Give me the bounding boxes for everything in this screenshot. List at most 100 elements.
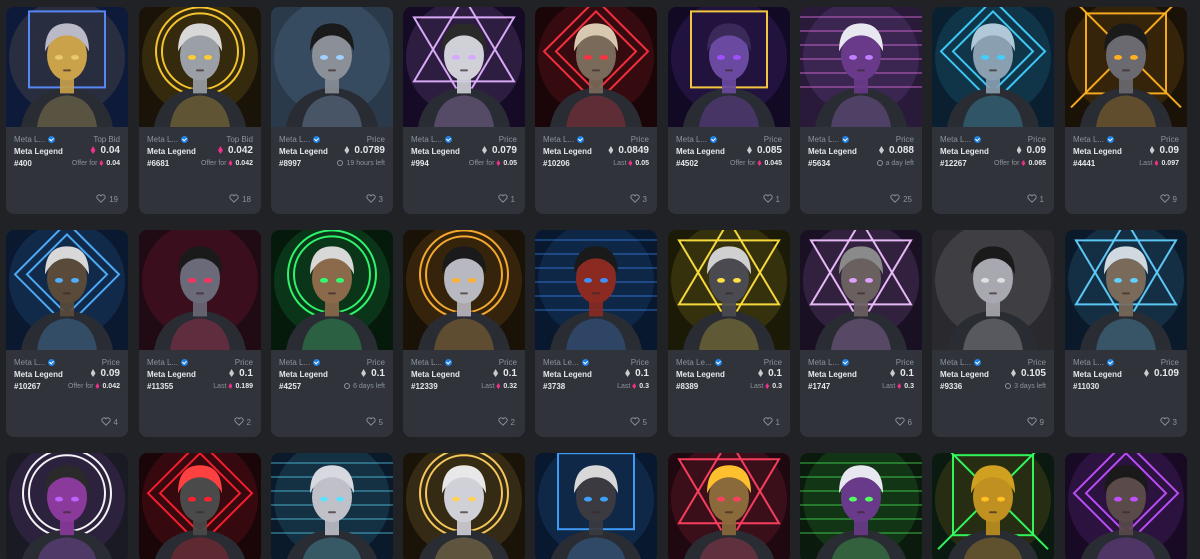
nft-image[interactable]	[535, 7, 657, 127]
collection-name[interactable]: Meta L...	[1073, 134, 1115, 146]
favorite-button[interactable]: 25	[890, 194, 912, 205]
nft-image[interactable]	[403, 453, 525, 559]
collection-name[interactable]: Meta L...	[940, 357, 982, 369]
collection-name[interactable]: Meta L...	[411, 134, 453, 146]
favorite-button[interactable]: 1	[1026, 194, 1044, 205]
nft-image[interactable]	[6, 230, 128, 350]
nft-image[interactable]	[271, 453, 393, 559]
favorite-button[interactable]: 18	[229, 194, 251, 205]
nft-card[interactable]	[932, 453, 1054, 559]
nft-image[interactable]	[1065, 230, 1187, 350]
nft-image[interactable]	[932, 453, 1054, 559]
favorite-button[interactable]: 1	[762, 194, 780, 205]
nft-card[interactable]: Meta L... Price Meta Legend 0.1 #1747 La…	[800, 230, 922, 437]
nft-card[interactable]	[535, 453, 657, 559]
nft-card[interactable]	[6, 453, 128, 559]
nft-image[interactable]	[800, 7, 922, 127]
nft-card[interactable]	[800, 453, 922, 559]
nft-card[interactable]: Meta L... Price Meta Legend 0.09 #12267 …	[932, 7, 1054, 214]
nft-card[interactable]: Meta L... Price Meta Legend 0.109 #11030…	[1065, 230, 1187, 437]
item-name: Meta Legend	[543, 370, 592, 379]
collection-name[interactable]: Meta L...	[279, 134, 321, 146]
nft-image[interactable]	[139, 7, 261, 127]
collection-name[interactable]: Meta L...	[808, 134, 850, 146]
card-footer: 1	[668, 186, 790, 214]
nft-image[interactable]	[403, 230, 525, 350]
nft-image[interactable]	[800, 453, 922, 559]
nft-card[interactable]: Meta L... Price Meta Legend 0.0789 #8997…	[271, 7, 393, 214]
card-details: Meta L... Price Meta Legend 0.09 #12267 …	[932, 127, 1054, 185]
ethereum-icon	[99, 160, 103, 166]
nft-card[interactable]	[668, 453, 790, 559]
collection-name[interactable]: Meta L...	[940, 134, 982, 146]
nft-image[interactable]	[668, 7, 790, 127]
nft-image[interactable]	[535, 230, 657, 350]
nft-card[interactable]: Meta Le... Price Meta Legend 0.1 #8389 L…	[668, 230, 790, 437]
nft-image[interactable]	[139, 453, 261, 559]
heart-icon	[762, 194, 773, 203]
nft-image[interactable]	[1065, 453, 1187, 559]
nft-card[interactable]	[271, 453, 393, 559]
favorite-button[interactable]: 3	[365, 194, 383, 205]
nft-card[interactable]	[403, 453, 525, 559]
collection-name[interactable]: Meta L...	[279, 357, 321, 369]
nft-card[interactable]	[1065, 453, 1187, 559]
nft-card[interactable]: Meta L... Price Meta Legend 0.1 #12339 L…	[403, 230, 525, 437]
collection-name[interactable]: Meta L...	[543, 134, 585, 146]
favorite-button[interactable]: 3	[1159, 417, 1177, 428]
favorite-button[interactable]: 6	[894, 417, 912, 428]
nft-card[interactable]: Meta Le... Price Meta Legend 0.1 #3738 L…	[535, 230, 657, 437]
nft-card[interactable]: Meta L... Price Meta Legend 0.088 #5634 …	[800, 7, 922, 214]
nft-card[interactable]: Meta L... Price Meta Legend 0.085 #4502 …	[668, 7, 790, 214]
favorite-button[interactable]: 9	[1159, 194, 1177, 205]
nft-image[interactable]	[403, 7, 525, 127]
favorite-button[interactable]: 9	[1026, 417, 1044, 428]
nft-image[interactable]	[1065, 7, 1187, 127]
collection-name[interactable]: Meta L...	[676, 134, 718, 146]
nft-card[interactable]: Meta L... Price Meta Legend 0.105 #9336 …	[932, 230, 1054, 437]
nft-card[interactable]: Meta L... Top Bid Meta Legend 0.04 #400 …	[6, 7, 128, 214]
nft-card[interactable]: Meta L... Price Meta Legend 0.09 #10267 …	[6, 230, 128, 437]
nft-card[interactable]: Meta L... Top Bid Meta Legend 0.042 #668…	[139, 7, 261, 214]
collection-name[interactable]: Meta L...	[14, 134, 56, 146]
nft-card[interactable]: Meta L... Price Meta Legend 0.1 #11355 L…	[139, 230, 261, 437]
nft-card[interactable]: Meta L... Price Meta Legend 0.09 #4441 L…	[1065, 7, 1187, 214]
favorite-button[interactable]: 4	[100, 417, 118, 428]
clock-icon	[337, 160, 344, 166]
nft-image[interactable]	[932, 7, 1054, 127]
nft-image[interactable]	[6, 7, 128, 127]
nft-card[interactable]	[139, 453, 261, 559]
card-footer: 6	[800, 409, 922, 437]
collection-name[interactable]: Meta Le...	[543, 357, 589, 369]
nft-image[interactable]	[6, 453, 128, 559]
nft-card[interactable]: Meta L... Price Meta Legend 0.079 #994 O…	[403, 7, 525, 214]
nft-image[interactable]	[932, 230, 1054, 350]
favorite-button[interactable]: 5	[365, 417, 383, 428]
favorite-button[interactable]: 2	[497, 417, 515, 428]
nft-image[interactable]	[535, 453, 657, 559]
last-price: Last 0.189	[213, 383, 253, 390]
nft-image[interactable]	[139, 230, 261, 350]
collection-name[interactable]: Meta L...	[147, 134, 189, 146]
favorite-button[interactable]: 1	[762, 417, 780, 428]
verified-badge-icon	[1107, 136, 1115, 143]
nft-image[interactable]	[271, 230, 393, 350]
collection-name[interactable]: Meta L...	[147, 357, 189, 369]
favorite-button[interactable]: 1	[497, 194, 515, 205]
collection-name[interactable]: Meta L...	[1073, 357, 1115, 369]
favorite-button[interactable]: 3	[629, 194, 647, 205]
nft-image[interactable]	[271, 7, 393, 127]
nft-image[interactable]	[668, 453, 790, 559]
collection-name[interactable]: Meta L...	[14, 357, 56, 369]
collection-name[interactable]: Meta Le...	[676, 357, 722, 369]
collection-name[interactable]: Meta L...	[411, 357, 453, 369]
nft-card[interactable]: Meta L... Price Meta Legend 0.0849 #1020…	[535, 7, 657, 214]
favorite-button[interactable]: 19	[96, 194, 118, 205]
nft-card[interactable]: Meta L... Price Meta Legend 0.1 #4257 6 …	[271, 230, 393, 437]
collection-name[interactable]: Meta L...	[808, 357, 850, 369]
favorite-button[interactable]: 2	[233, 417, 251, 428]
nft-image[interactable]	[668, 230, 790, 350]
heart-icon	[365, 417, 376, 426]
nft-image[interactable]	[800, 230, 922, 350]
favorite-button[interactable]: 5	[629, 417, 647, 428]
